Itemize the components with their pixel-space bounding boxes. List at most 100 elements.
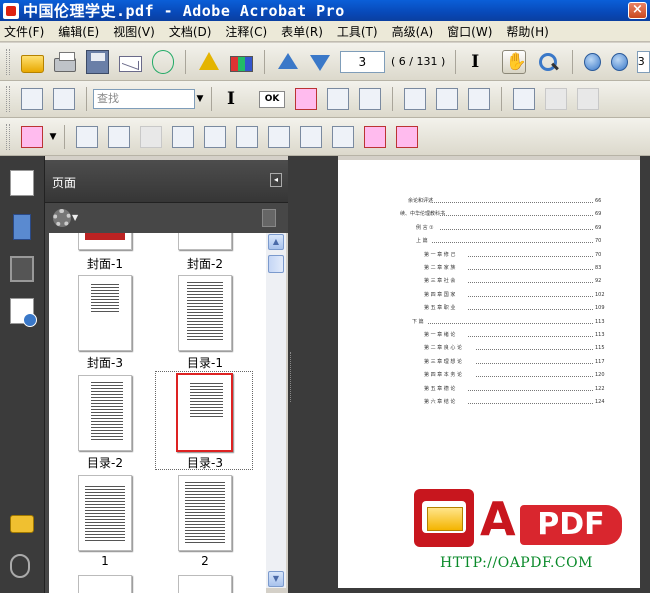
scrollbar-thumb[interactable]: [268, 255, 284, 273]
hand-tool-icon[interactable]: [501, 49, 526, 74]
thumbnail-toc-1[interactable]: [178, 275, 232, 351]
target-icon[interactable]: [236, 125, 258, 148]
toc-entry[interactable]: 第 一 章 修 己: [424, 252, 455, 258]
flask-icon[interactable]: [204, 125, 226, 148]
menu-advanced[interactable]: 高级(A): [392, 23, 434, 40]
ok-button[interactable]: OK: [259, 90, 285, 108]
chevron-down-icon[interactable]: ▼: [72, 213, 78, 222]
previous-page-icon[interactable]: [276, 50, 299, 74]
trash-icon[interactable]: [262, 209, 276, 227]
thumbnail-cover-3[interactable]: [78, 275, 132, 351]
close-window-button[interactable]: ×: [628, 2, 647, 19]
toc-entry[interactable]: 续、中华伦理教科书: [400, 211, 445, 217]
thumbnail-toc-2[interactable]: [78, 375, 132, 451]
zoom-tool-icon[interactable]: [536, 50, 560, 74]
pdf-info-nav-icon[interactable]: [10, 298, 37, 327]
thumbnail-cover-1[interactable]: [78, 233, 132, 250]
toc-entry[interactable]: 第 六 章 结 论: [424, 399, 455, 405]
upload-globe-icon[interactable]: [151, 49, 175, 74]
remove-pdf-icon[interactable]: [396, 125, 418, 148]
page-number-input[interactable]: 3: [339, 50, 385, 73]
comments-nav-icon[interactable]: [10, 515, 34, 533]
toc-entry[interactable]: 第 四 章 本 务 论: [424, 372, 462, 378]
menu-forms[interactable]: 表单(R): [281, 23, 323, 40]
thumbnail-page-2[interactable]: [178, 475, 232, 551]
menu-edit[interactable]: 编辑(E): [58, 23, 99, 40]
acrobat-app-icon[interactable]: [3, 2, 19, 19]
export-pdf-icon[interactable]: [364, 125, 386, 148]
menu-comments[interactable]: 注释(C): [225, 23, 267, 40]
thumbnail-toc-3[interactable]: [176, 373, 233, 452]
menu-view[interactable]: 视图(V): [113, 23, 155, 40]
zoom-value-input[interactable]: 3: [636, 50, 650, 73]
thumbnail-page-3[interactable]: [78, 575, 132, 593]
fit-width-icon[interactable]: [21, 88, 43, 110]
color-chart-icon[interactable]: [229, 55, 253, 72]
zoom-in-icon[interactable]: [610, 52, 628, 71]
toc-entry[interactable]: 例 言 ①: [416, 225, 434, 231]
thumbnail-cover-2[interactable]: [178, 233, 232, 250]
next-page-icon[interactable]: [308, 50, 331, 74]
toc-entry[interactable]: 第 一 章 绪 论: [424, 332, 455, 338]
toc-entry[interactable]: 第 三 章 理 想 论: [424, 359, 462, 365]
toc-entry[interactable]: 第 五 章 职 业: [424, 305, 455, 311]
toolbar-grip[interactable]: [6, 48, 10, 75]
spell-check-icon[interactable]: [513, 88, 535, 110]
pages-nav-icon[interactable]: [10, 170, 34, 196]
attachments-nav-icon[interactable]: [10, 554, 30, 578]
arrow-cursor-icon[interactable]: [223, 87, 249, 111]
save-icon[interactable]: [86, 49, 109, 74]
email-icon[interactable]: [118, 55, 142, 72]
stamp-icon[interactable]: [21, 125, 43, 148]
move-object-icon[interactable]: [268, 125, 290, 148]
text-number-icon[interactable]: [436, 88, 458, 110]
bookmarks-nav-icon[interactable]: [13, 214, 31, 240]
attach-link-icon[interactable]: [359, 88, 381, 110]
toc-page-number: 70: [595, 251, 602, 258]
menu-window[interactable]: 窗口(W): [447, 23, 492, 40]
menu-file[interactable]: 文件(F): [4, 23, 44, 40]
toc-leader-dots: [428, 322, 593, 324]
menu-help[interactable]: 帮助(H): [506, 23, 548, 40]
thumbnail-scrollbar[interactable]: ▲ ▼: [266, 233, 286, 588]
magnet-icon[interactable]: [295, 88, 317, 110]
menu-tools[interactable]: 工具(T): [337, 23, 378, 40]
thumbnail-page-1[interactable]: [78, 475, 132, 551]
chevron-down-icon[interactable]: ▼: [48, 127, 58, 147]
toc-entry[interactable]: 余论和评述: [408, 198, 433, 204]
copy-page-icon[interactable]: [76, 125, 98, 148]
color-bars-icon[interactable]: [172, 125, 194, 148]
toc-entry[interactable]: 第 三 章 社 会: [424, 278, 455, 284]
open-folder-icon[interactable]: [20, 54, 44, 73]
select-text-icon[interactable]: [467, 50, 491, 74]
thumbnail-page-4[interactable]: [178, 575, 232, 593]
collapse-panel-button[interactable]: ◂: [270, 173, 282, 187]
fit-page-icon[interactable]: [53, 88, 75, 110]
toc-entry[interactable]: 第 二 章 家 族: [424, 265, 455, 271]
text-field-icon[interactable]: [404, 88, 426, 110]
gear-icon[interactable]: [53, 209, 71, 227]
toc-entry[interactable]: 上 篇: [416, 238, 428, 244]
panel-splitter[interactable]: [288, 156, 338, 593]
edit-pencil-icon[interactable]: [468, 88, 490, 110]
splitter-grip[interactable]: [290, 352, 293, 402]
scroll-up-arrow-icon[interactable]: ▲: [268, 234, 284, 250]
edit-object-icon[interactable]: [300, 125, 322, 148]
chevron-down-icon[interactable]: ▼: [195, 89, 205, 109]
scroll-down-arrow-icon[interactable]: ▼: [268, 571, 284, 587]
crop-icon[interactable]: [327, 88, 349, 110]
toolbar-grip[interactable]: [6, 86, 10, 112]
warning-sign-icon[interactable]: [197, 50, 220, 74]
menu-document[interactable]: 文档(D): [169, 23, 212, 40]
toolbar-grip[interactable]: [6, 123, 10, 150]
download-icon[interactable]: [332, 125, 354, 148]
zoom-out-icon[interactable]: [583, 52, 601, 71]
find-input[interactable]: 查找: [93, 89, 195, 109]
signatures-nav-icon[interactable]: [10, 256, 34, 282]
printer-icon[interactable]: [53, 51, 77, 72]
toc-entry[interactable]: 第 四 章 国 家: [424, 292, 455, 298]
toc-entry[interactable]: 下 篇: [412, 319, 424, 325]
toc-entry[interactable]: 第 二 章 良 心 论: [424, 345, 462, 351]
toc-entry[interactable]: 第 五 章 德 论: [424, 386, 455, 392]
dotted-frame-icon[interactable]: [108, 125, 130, 148]
